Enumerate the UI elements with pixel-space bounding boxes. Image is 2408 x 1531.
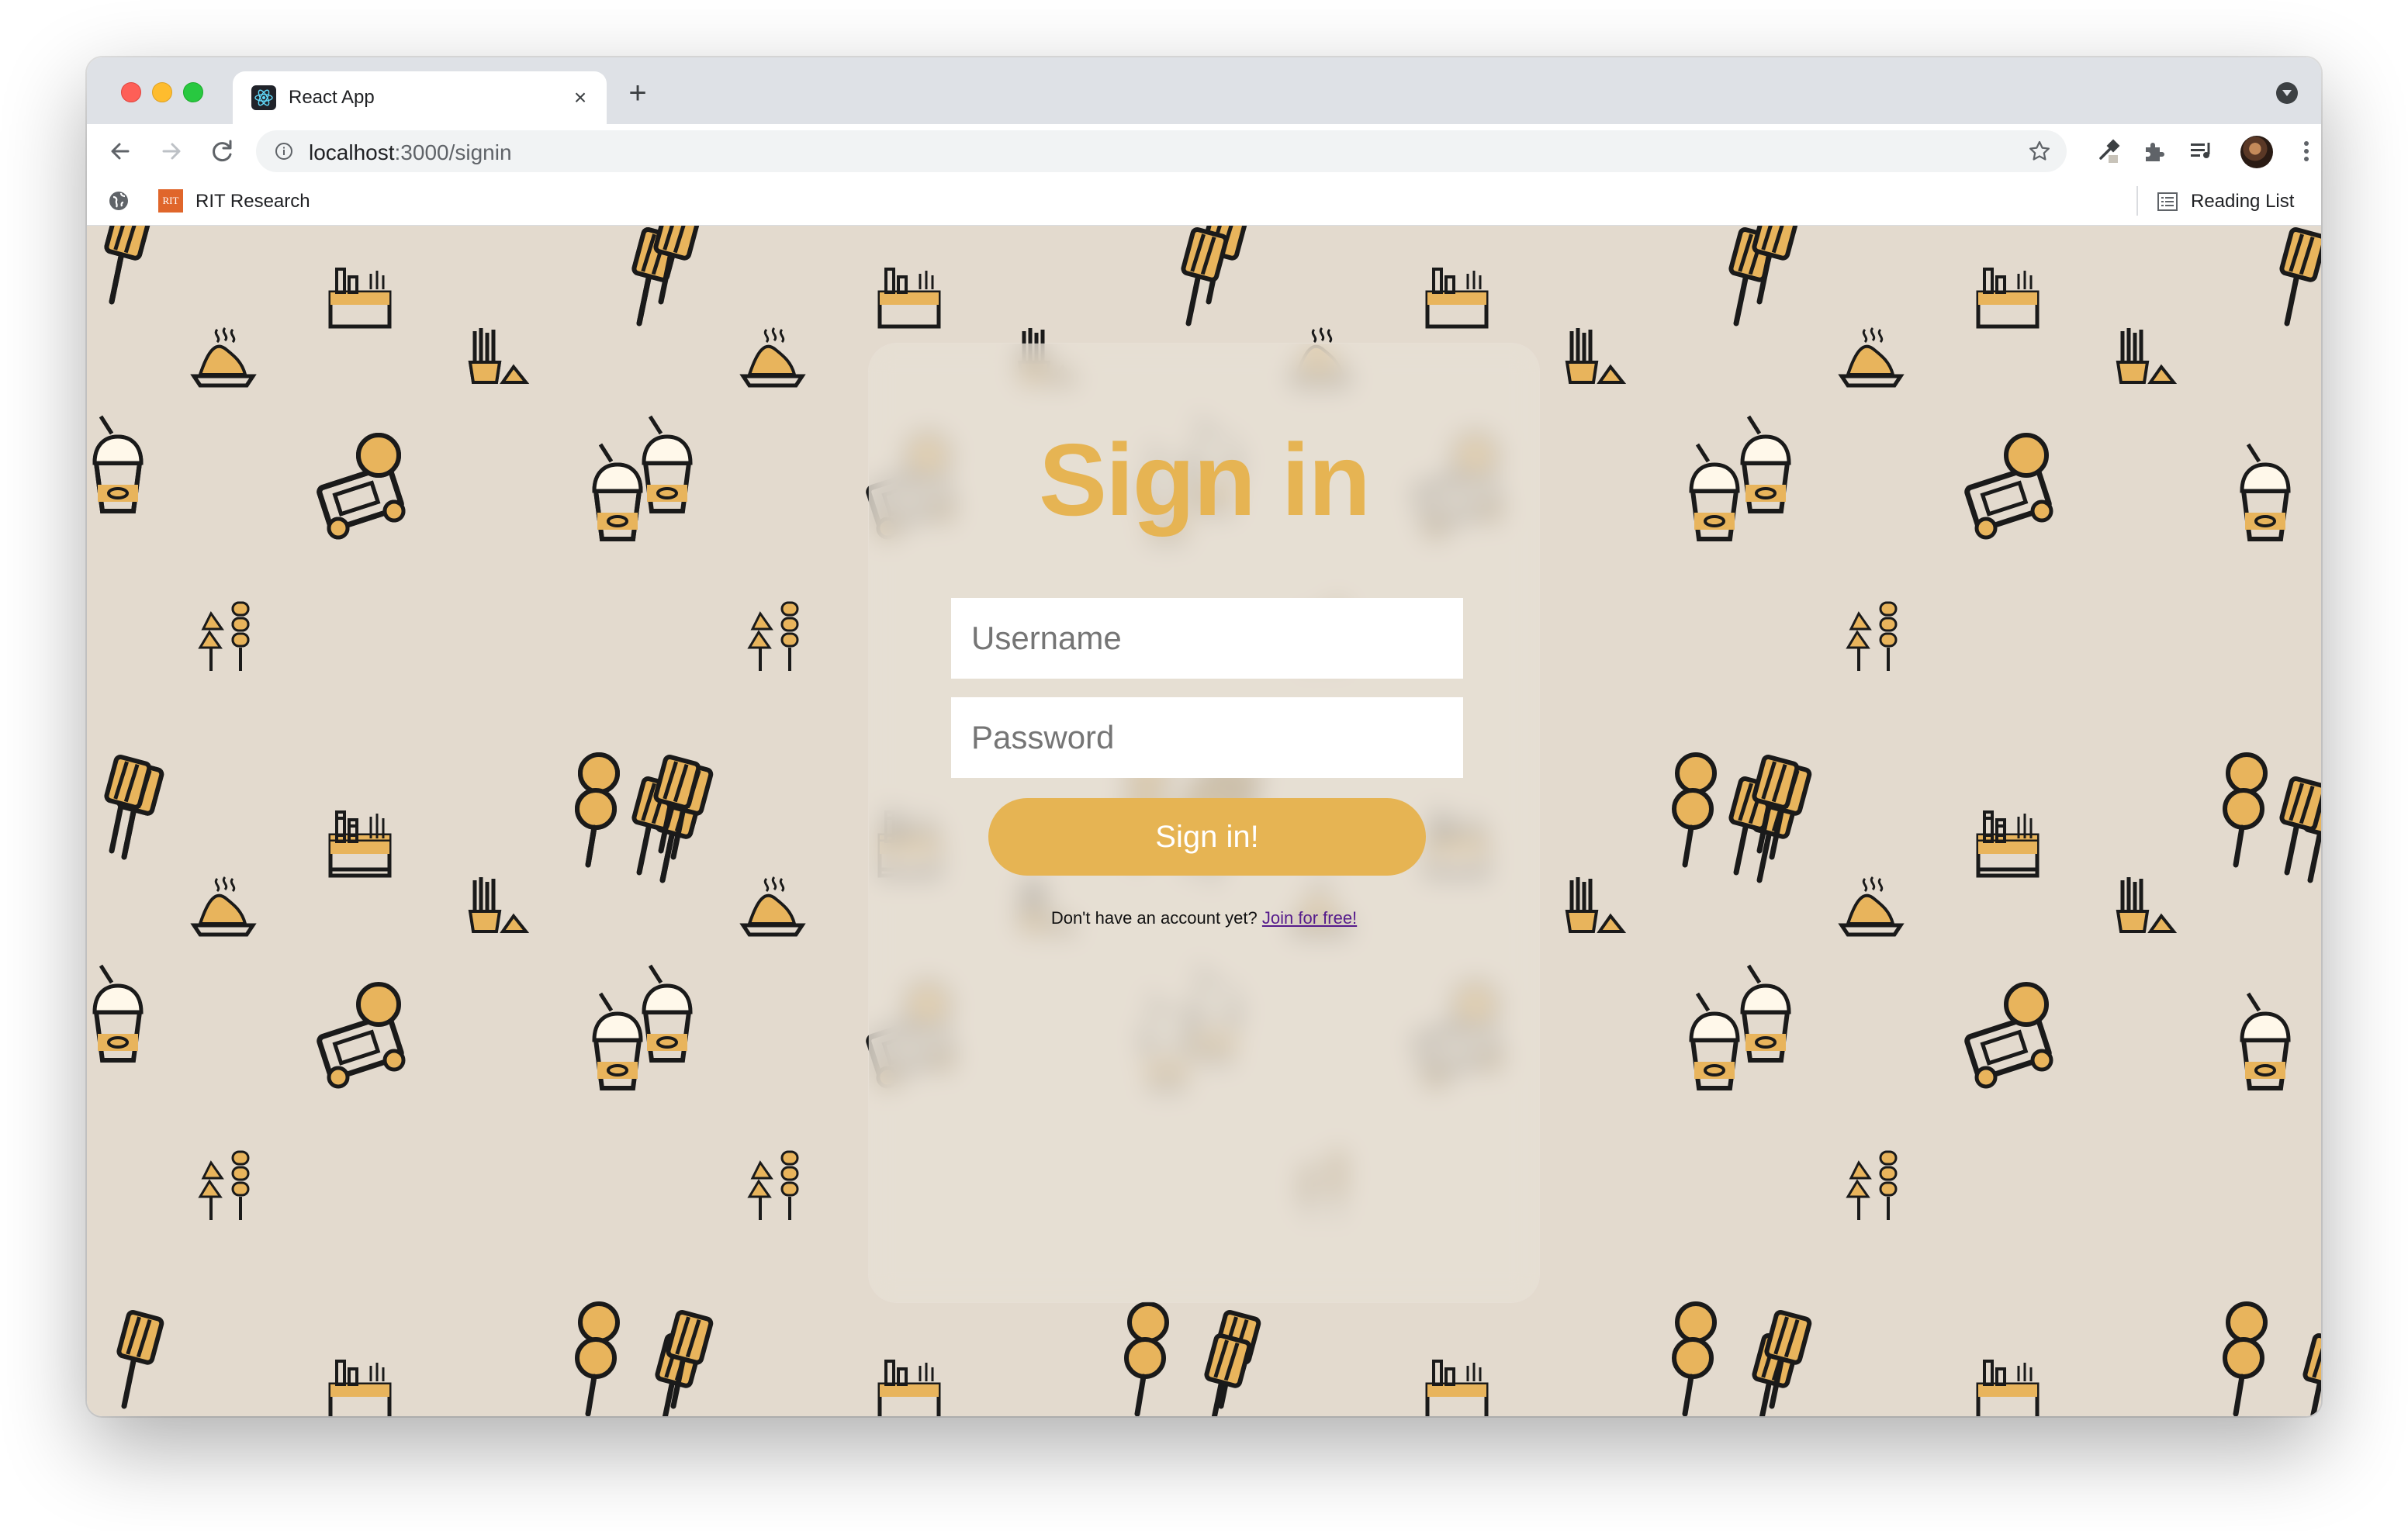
tab-bar: React App × + xyxy=(87,57,2321,124)
browser-window: React App × + localhost:3000/signin RIT … xyxy=(87,57,2321,1416)
extensions-puzzle-icon[interactable] xyxy=(2136,133,2172,169)
signup-prompt-text: Don't have an account yet? xyxy=(1050,908,1258,928)
signin-card: Sign in Sign in! Don't have an account y… xyxy=(869,344,1539,1302)
password-input[interactable] xyxy=(951,697,1463,778)
info-icon[interactable] xyxy=(275,142,293,161)
react-icon xyxy=(251,85,276,110)
page-content: Sign in Sign in! Don't have an account y… xyxy=(87,226,2321,1416)
eyedropper-extension-icon[interactable] xyxy=(2090,133,2126,169)
url-text[interactable]: localhost:3000/signin xyxy=(309,140,512,165)
toolbar: localhost:3000/signin xyxy=(87,124,2321,178)
url-host: localhost xyxy=(309,140,395,164)
address-bar[interactable]: localhost:3000/signin xyxy=(256,130,2067,172)
reload-icon[interactable] xyxy=(205,133,240,169)
close-tab-icon[interactable]: × xyxy=(566,84,594,112)
bookmark-rit-research[interactable]: RIT Research xyxy=(195,191,310,213)
rit-favicon: RIT xyxy=(158,189,183,213)
profile-avatar[interactable] xyxy=(2240,136,2273,168)
url-path: :3000/signin xyxy=(394,140,512,164)
bookmark-star-icon[interactable] xyxy=(2028,140,2051,163)
globe-icon[interactable] xyxy=(107,189,130,213)
reading-list-label[interactable]: Reading List xyxy=(2191,191,2294,213)
media-queue-icon[interactable] xyxy=(2183,133,2219,169)
signup-prompt: Don't have an account yet? Join for free… xyxy=(869,908,1539,928)
maximize-window-button[interactable] xyxy=(183,82,203,102)
signin-button[interactable]: Sign in! xyxy=(988,798,1426,876)
bookmarks-divider xyxy=(2136,186,2138,216)
bookmarks-bar: RIT RIT Research Reading List xyxy=(87,178,2321,226)
reading-list-icon[interactable] xyxy=(2157,191,2178,213)
tab-title: React App xyxy=(289,87,375,108)
username-input[interactable] xyxy=(951,598,1463,679)
new-tab-button[interactable]: + xyxy=(621,76,655,110)
tab-search-icon[interactable] xyxy=(2276,82,2298,104)
tab-react-app[interactable]: React App × xyxy=(233,71,607,124)
forward-icon[interactable] xyxy=(154,133,189,169)
minimize-window-button[interactable] xyxy=(152,82,172,102)
join-for-free-link[interactable]: Join for free! xyxy=(1262,908,1357,928)
close-window-button[interactable] xyxy=(121,82,141,102)
menu-kebab-icon[interactable] xyxy=(2289,133,2321,169)
signin-title: Sign in xyxy=(1039,423,1371,537)
back-icon[interactable] xyxy=(102,133,138,169)
